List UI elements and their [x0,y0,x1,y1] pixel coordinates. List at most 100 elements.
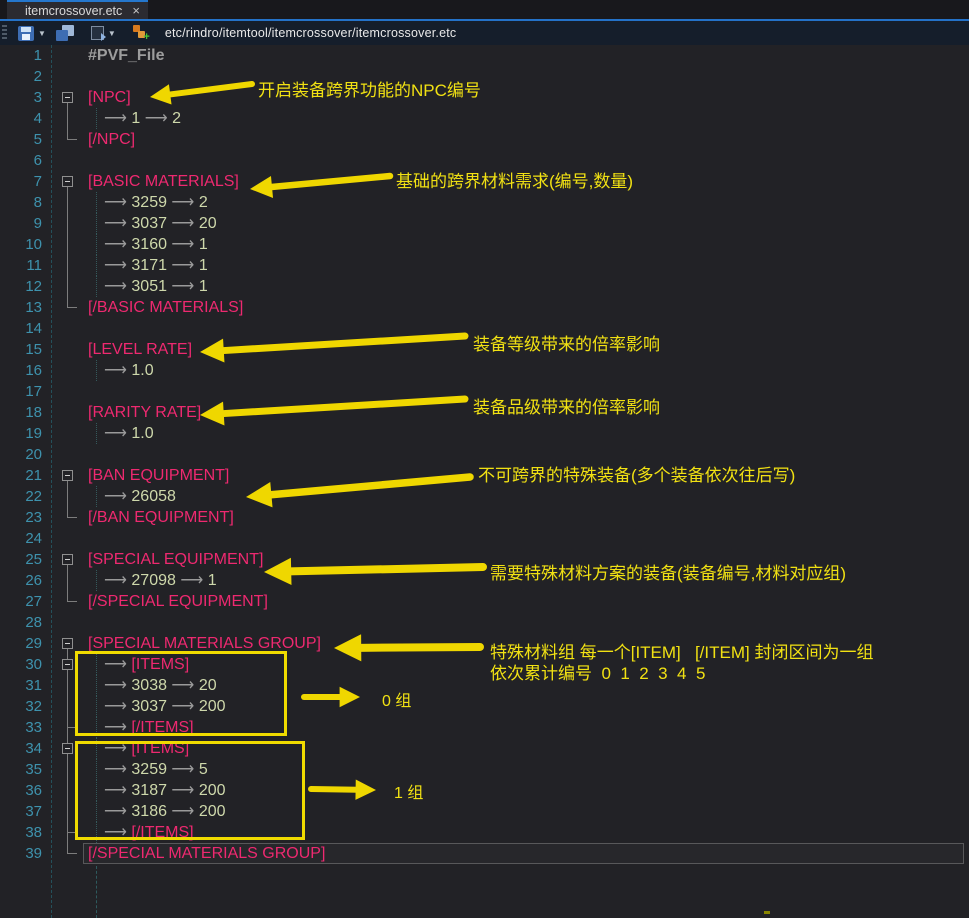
fold-line [61,255,75,276]
code-text: [/SPECIAL MATERIALS GROUP] [88,843,325,864]
code-line[interactable]: 5[/NPC] [0,129,969,150]
code-line[interactable]: 17 [0,381,969,402]
line-number: 39 [0,843,42,864]
code-line[interactable]: 8⟶ 3259 ⟶ 2 [0,192,969,213]
code-line[interactable]: 24 [0,528,969,549]
code-line[interactable]: 28 [0,612,969,633]
fold-line [61,507,75,528]
indent-guide [96,696,97,717]
code-line[interactable]: 12⟶ 3051 ⟶ 1 [0,276,969,297]
line-number: 29 [0,633,42,654]
code-line[interactable]: 3[NPC] [0,87,969,108]
code-line[interactable]: 19⟶ 1.0 [0,423,969,444]
indent-guide [96,654,97,675]
chevron-down-icon[interactable]: ▼ [38,29,46,38]
fold-line [61,276,75,297]
run-button[interactable]: ▼ [89,22,118,44]
save-button[interactable]: ▼ [16,22,48,44]
line-number: 35 [0,759,42,780]
fold-collapse-icon[interactable] [61,654,75,675]
code-line[interactable]: 9 ⟶ 3037 ⟶ 20 [0,213,969,234]
code-line[interactable]: 15[LEVEL RATE] [0,339,969,360]
code-line[interactable]: 32⟶ 3037 ⟶ 200 [0,696,969,717]
code-line[interactable]: 21[BAN EQUIPMENT] [0,465,969,486]
line-number: 2 [0,66,42,87]
code-line[interactable]: 25[SPECIAL EQUIPMENT] [0,549,969,570]
save-icon [18,26,34,41]
code-line[interactable]: 11⟶ 3171 ⟶ 1 [0,255,969,276]
line-number: 24 [0,528,42,549]
line-number: 9 [0,213,42,234]
editor-area[interactable]: 1#PVF_File23[NPC]4⟶ 1 ⟶ 25[/NPC]67[BASIC… [0,45,969,918]
add-node-button[interactable]: + [131,22,152,44]
code-line[interactable]: 6 [0,150,969,171]
indent-guide [96,675,97,696]
fold-collapse-icon[interactable] [61,87,75,108]
code-line[interactable]: 2 [0,66,969,87]
line-number: 8 [0,192,42,213]
fold-collapse-icon[interactable] [61,738,75,759]
code-line[interactable]: 14 [0,318,969,339]
fold-collapse-icon[interactable] [61,465,75,486]
fold-line [61,570,75,591]
fold-collapse-icon[interactable] [61,549,75,570]
fold-line [61,696,75,717]
code-line[interactable]: 33⟶ [/ITEMS] [0,717,969,738]
code-text: [RARITY RATE] [88,402,201,423]
code-line[interactable]: 31⟶ 3038 ⟶ 20 [0,675,969,696]
toolbar: ▼ ▼ + etc/rindro/itemtool/itemcrossover/… [0,19,969,45]
code-text: ⟶ 3037 ⟶ 20 [104,213,217,234]
code-text: [LEVEL RATE] [88,339,192,360]
code-text: ⟶ 3187 ⟶ 200 [104,780,226,801]
code-line[interactable]: 23[/BAN EQUIPMENT] [0,507,969,528]
code-line[interactable]: 16⟶ 1.0 [0,360,969,381]
code-text: ⟶ 27098 ⟶ 1 [104,570,217,591]
toolbar-grip-handle[interactable] [2,25,7,41]
fold-line [61,843,75,864]
line-number: 13 [0,297,42,318]
line-number: 23 [0,507,42,528]
indent-guide [96,276,97,297]
line-number: 33 [0,717,42,738]
code-text: ⟶ 3160 ⟶ 1 [104,234,208,255]
code-line[interactable]: 34⟶ [ITEMS] [0,738,969,759]
code-line[interactable]: 22⟶ 26058 [0,486,969,507]
indent-guide [96,255,97,276]
code-line[interactable]: 36⟶ 3187 ⟶ 200 [0,780,969,801]
run-icon [91,26,104,40]
fold-line [61,822,75,843]
code-line[interactable]: 30⟶ [ITEMS] [0,654,969,675]
code-line[interactable]: 26⟶ 27098 ⟶ 1 [0,570,969,591]
fold-collapse-icon[interactable] [61,171,75,192]
code-line[interactable]: 4⟶ 1 ⟶ 2 [0,108,969,129]
code-line[interactable]: 27[/SPECIAL EQUIPMENT] [0,591,969,612]
line-number: 38 [0,822,42,843]
indent-guide [96,423,97,444]
code-line[interactable]: 20 [0,444,969,465]
code-line[interactable]: 13[/BASIC MATERIALS] [0,297,969,318]
fold-line [61,675,75,696]
code-text: [BASIC MATERIALS] [88,171,239,192]
tab-bar: itemcrossover.etc × [0,0,969,19]
code-line[interactable]: 7[BASIC MATERIALS] [0,171,969,192]
fold-line [61,801,75,822]
code-line[interactable]: 38⟶ [/ITEMS] [0,822,969,843]
code-text: [SPECIAL MATERIALS GROUP] [88,633,321,654]
code-text: ⟶ 3259 ⟶ 5 [104,759,208,780]
code-line[interactable]: 29 [SPECIAL MATERIALS GROUP] [0,633,969,654]
code-line[interactable]: 1#PVF_File [0,45,969,66]
code-line[interactable]: 35 ⟶ 3259 ⟶ 5 [0,759,969,780]
indent-guide [96,360,97,381]
fold-collapse-icon[interactable] [61,633,75,654]
line-number: 32 [0,696,42,717]
code-line[interactable]: 37⟶ 3186 ⟶ 200 [0,801,969,822]
indent-guide [96,801,97,822]
code-line[interactable]: 10⟶ 3160 ⟶ 1 [0,234,969,255]
tab-itemcrossover[interactable]: itemcrossover.etc × [7,0,148,19]
tab-close-icon[interactable]: × [132,4,140,17]
save-all-button[interactable] [54,22,76,44]
code-text: [SPECIAL EQUIPMENT] [88,549,263,570]
code-line[interactable]: 18[RARITY RATE] [0,402,969,423]
code-line[interactable]: 39 [/SPECIAL MATERIALS GROUP] [0,843,969,864]
chevron-down-icon[interactable]: ▼ [108,29,116,38]
